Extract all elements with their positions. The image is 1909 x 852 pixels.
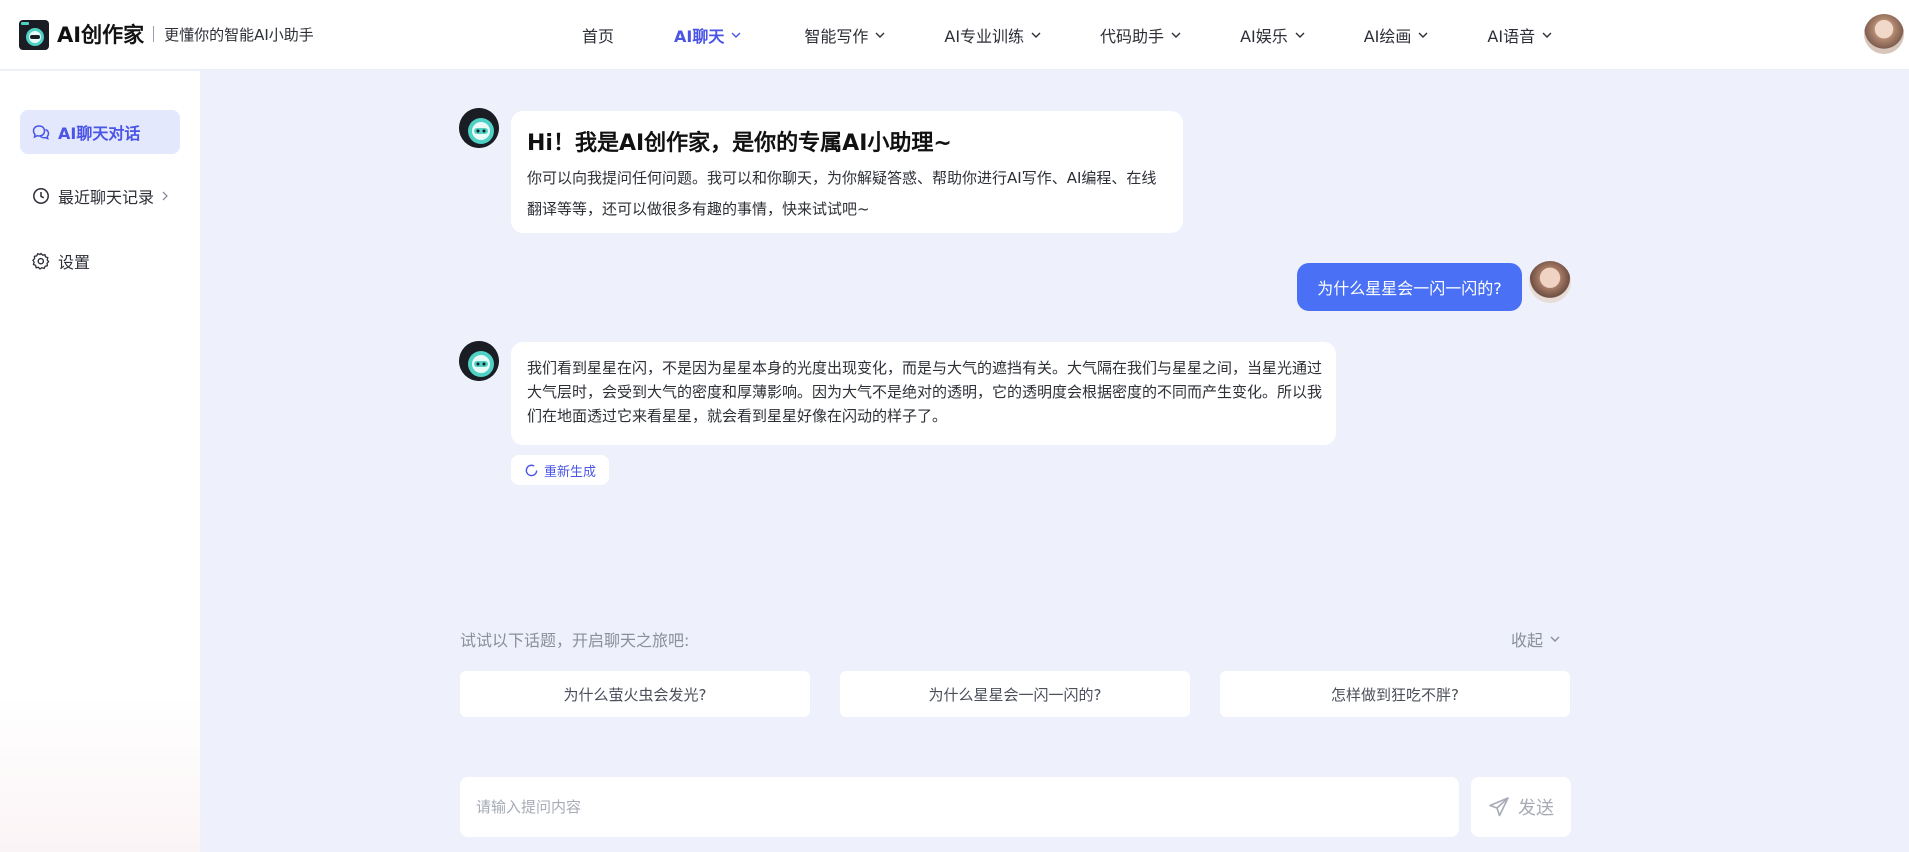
nav-item-home[interactable]: 首页 <box>582 0 614 70</box>
nav-item-label: AI专业训练 <box>944 27 1025 46</box>
bot-answer-bubble: 我们看到星星在闪，不是因为星星本身的光度出现变化，而是与大气的遮挡有关。大气隔在… <box>511 342 1336 445</box>
nav-item-ai-voice[interactable]: AI语音 <box>1487 0 1553 70</box>
collapse-suggestions-button[interactable]: 收起 <box>1511 627 1561 651</box>
greeting-bubble: Hi！我是AI创作家，是你的专属AI小助理~ 你可以向我提问任何问题。我可以和你… <box>511 111 1183 233</box>
chevron-down-icon <box>875 32 885 38</box>
sidebar-item-label: 设置 <box>58 253 91 272</box>
main-nav: 首页 AI聊天 智能写作 AI专业训练 代码助手 AI娱乐 AI绘画 AI语音 <box>582 0 1553 70</box>
regenerate-button[interactable]: 重新生成 <box>511 455 609 485</box>
nav-item-label: 首页 <box>582 27 615 46</box>
nav-item-ai-chat[interactable]: AI聊天 <box>674 0 742 70</box>
suggestion-card[interactable]: 为什么星星会一闪一闪的? <box>840 671 1190 717</box>
sidebar-item-ai-chat[interactable]: AI聊天对话 <box>20 110 180 154</box>
brand-name: AI创作家 <box>57 23 145 47</box>
gear-icon <box>32 252 50 270</box>
user-message-text: 为什么星星会一闪一闪的? <box>1317 279 1502 298</box>
user-message-avatar <box>1529 261 1571 303</box>
robot-icon <box>459 341 499 381</box>
user-message-bubble: 为什么星星会一闪一闪的? <box>1297 263 1522 311</box>
chevron-down-icon <box>1542 32 1552 38</box>
nav-item-label: AI聊天 <box>674 27 725 46</box>
suggestion-text: 怎样做到狂吃不胖? <box>1331 685 1459 704</box>
chat-icon <box>32 125 50 140</box>
refresh-icon <box>525 464 538 476</box>
chevron-down-icon <box>1550 636 1560 642</box>
chevron-right-icon <box>162 191 168 201</box>
sidebar-item-recent-chats[interactable]: 最近聊天记录 <box>20 174 180 218</box>
robot-icon <box>459 108 499 148</box>
robot-logo-icon <box>19 18 51 50</box>
nav-item-label: 代码助手 <box>1100 27 1165 46</box>
nav-item-label: AI娱乐 <box>1240 27 1288 46</box>
chevron-down-icon <box>1295 32 1305 38</box>
suggestions-title: 试试以下话题，开启聊天之旅吧: <box>460 631 690 650</box>
send-button[interactable]: 发送 <box>1471 777 1571 837</box>
nav-item-label: AI绘画 <box>1363 27 1412 46</box>
collapse-label: 收起 <box>1511 631 1544 650</box>
nav-item-label: 智能写作 <box>804 27 869 46</box>
chevron-down-icon <box>1418 32 1428 38</box>
nav-item-ai-training[interactable]: AI专业训练 <box>944 0 1042 70</box>
suggestion-card[interactable]: 为什么萤火虫会发光? <box>460 671 810 717</box>
user-avatar[interactable] <box>1864 14 1904 54</box>
nav-item-code-assistant[interactable]: 代码助手 <box>1100 0 1182 70</box>
brand-slogan: 更懂你的智能AI小助手 <box>164 25 314 44</box>
greeting-title: Hi！我是AI创作家，是你的专属AI小助理~ <box>527 131 952 156</box>
suggestion-text: 为什么萤火虫会发光? <box>563 685 707 704</box>
sidebar-item-settings[interactable]: 设置 <box>20 239 180 283</box>
chevron-down-icon <box>731 32 741 38</box>
bot-avatar <box>459 341 499 381</box>
nav-item-label: AI语音 <box>1487 27 1536 46</box>
brand-logo[interactable]: AI创作家 更懂你的智能AI小助手 <box>19 18 314 50</box>
regenerate-label: 重新生成 <box>543 464 596 480</box>
nav-item-ai-painting[interactable]: AI绘画 <box>1364 0 1430 70</box>
sidebar-item-label: 最近聊天记录 <box>58 188 155 207</box>
question-input[interactable] <box>460 777 1459 837</box>
greeting-body: 你可以向我提问任何问题。我可以和你聊天，为你解疑答惑、帮助你进行AI写作、AI编… <box>527 169 1157 218</box>
suggestion-card[interactable]: 怎样做到狂吃不胖? <box>1220 671 1570 717</box>
send-label: 发送 <box>1518 798 1554 819</box>
suggestion-text: 为什么星星会一闪一闪的? <box>928 685 1102 704</box>
brand-divider <box>153 26 155 42</box>
nav-item-ai-entertainment[interactable]: AI娱乐 <box>1240 0 1306 70</box>
send-icon <box>1489 797 1509 817</box>
top-header: AI创作家 更懂你的智能AI小助手 首页 AI聊天 智能写作 AI专业训练 代码… <box>0 0 1909 70</box>
sidebar-item-label: AI聊天对话 <box>58 124 141 143</box>
chevron-down-icon <box>1031 32 1041 38</box>
bot-answer-text: 我们看到星星在闪，不是因为星星本身的光度出现变化，而是与大气的遮挡有关。大气隔在… <box>527 359 1323 425</box>
bot-avatar <box>459 108 499 148</box>
nav-item-smart-writing[interactable]: 智能写作 <box>804 0 886 70</box>
clock-icon <box>33 188 49 204</box>
chevron-down-icon <box>1171 32 1181 38</box>
sidebar: AI聊天对话 最近聊天记录 设置 <box>0 71 200 852</box>
